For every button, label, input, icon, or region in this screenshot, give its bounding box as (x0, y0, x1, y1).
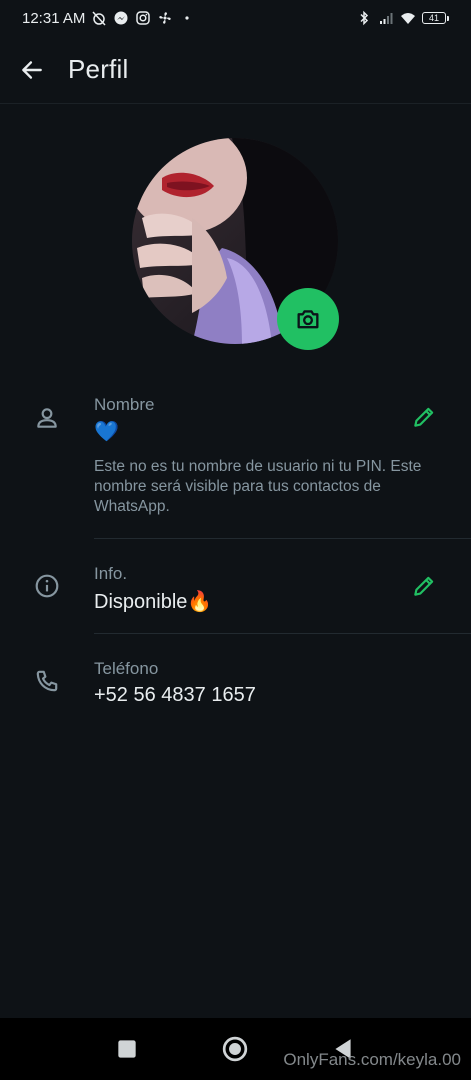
battery-level: 41 (422, 12, 446, 24)
camera-icon (297, 310, 319, 329)
name-label: Nombre (94, 395, 155, 414)
info-row[interactable]: Info. Disponible🔥 (0, 560, 471, 620)
name-row[interactable]: Nombre 💙 Este no es tu nombre de usuario… (0, 390, 471, 530)
fan-icon (157, 10, 173, 26)
phone-label: Teléfono (94, 659, 159, 678)
battery-tip (447, 15, 449, 21)
home-button[interactable] (222, 1036, 248, 1062)
circle-icon (222, 1036, 248, 1062)
divider (94, 538, 471, 539)
name-note: Este no es tu nombre de usuario ni tu PI… (94, 458, 422, 515)
phone-icon (33, 667, 61, 695)
info-icon (33, 572, 61, 600)
app-header: Perfil (0, 36, 471, 104)
watermark-text: OnlyFans.com/keyla.00 (283, 1050, 461, 1069)
wifi-icon (400, 10, 416, 26)
status-bar: 12:31 AM 41 (0, 0, 471, 36)
instagram-icon (135, 10, 151, 26)
edit-info-button[interactable] (409, 571, 439, 601)
messenger-icon (113, 10, 129, 26)
phone-row[interactable]: Teléfono +52 56 4837 1657 (0, 655, 471, 715)
signal-icon (378, 10, 394, 26)
status-time: 12:31 AM (22, 9, 86, 27)
avatar-container (132, 138, 339, 350)
square-icon (118, 1040, 136, 1058)
recents-button[interactable] (114, 1036, 140, 1062)
status-right: 41 (356, 10, 449, 26)
pencil-icon (414, 576, 434, 596)
page-title: Perfil (68, 54, 129, 84)
battery-icon: 41 (422, 12, 449, 24)
change-photo-button[interactable] (277, 288, 339, 350)
edit-name-button[interactable] (409, 402, 439, 432)
person-icon (33, 404, 61, 432)
info-value: Disponible🔥 (94, 591, 213, 613)
bluetooth-icon (356, 10, 372, 26)
notification-dot-icon (179, 10, 195, 26)
back-button[interactable] (17, 55, 47, 85)
pencil-icon (414, 407, 434, 427)
name-value: 💙 (94, 421, 119, 443)
phone-value: +52 56 4837 1657 (94, 684, 256, 706)
info-label: Info. (94, 564, 128, 583)
status-left: 12:31 AM (22, 10, 195, 27)
navigation-bar (0, 1018, 471, 1080)
alarm-off-icon (91, 10, 107, 26)
divider (94, 633, 471, 634)
arrow-left-icon (22, 60, 42, 79)
